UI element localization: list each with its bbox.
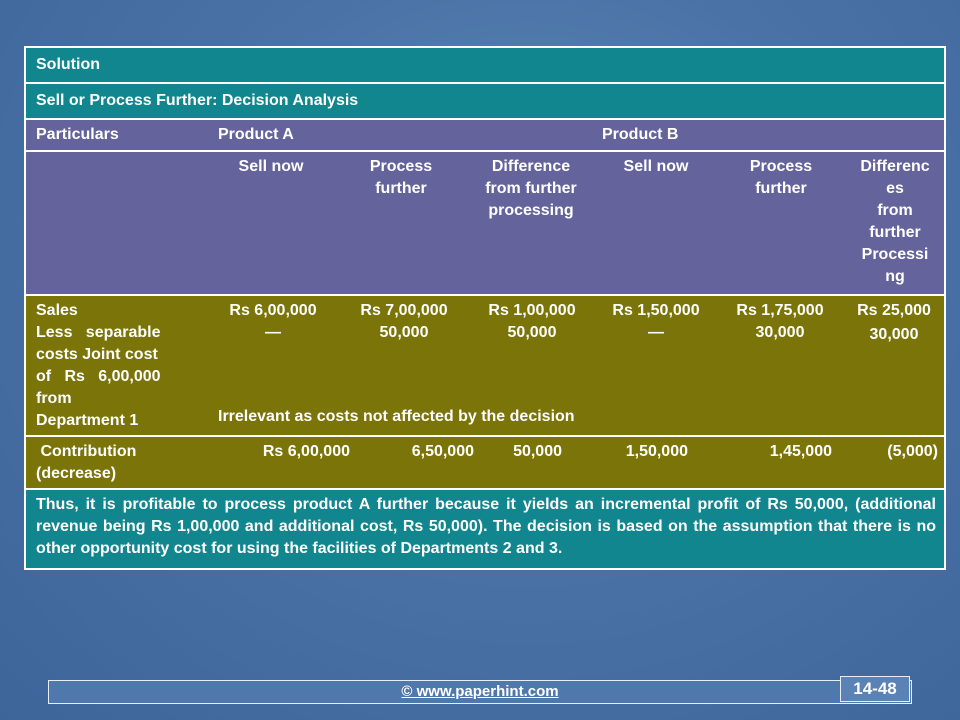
conclusion-row: Thus, it is profitable to process produc… [24,488,946,570]
a-difference-line: Difference [491,158,571,175]
sales-value: Rs 1,00,000 [488,302,576,319]
sales-b-sell-now: Rs 1,50,000 — [596,300,716,344]
particulars-row: Particulars Product A Product B [24,118,946,152]
a-difference-line: processing [488,202,574,219]
separable-cost-value: — [648,324,664,341]
b-process-further-line: Process [749,158,813,175]
a-difference-line: from further [485,180,577,197]
separable-cost-value: 50,000 [507,324,557,341]
contribution-label-line: Contribution [36,443,137,460]
footer-link[interactable]: © www.paperhint.com [49,683,911,700]
contribution-a-difference: 50,000 [513,443,562,460]
sales-a-process-further: Rs 7,00,000 50,000 [344,300,464,344]
sales-label-line: Sales [36,302,78,319]
product-b-header: Product B [602,126,679,143]
contribution-label-line: (decrease) [36,465,117,482]
separable-cost-value: 50,000 [379,324,429,341]
contribution-row: Contribution (decrease) Rs 6,00,000 6,50… [24,435,946,490]
separable-cost-value: 30,000 [869,326,919,343]
sales-b-difference: Rs 25,000 30,000 [844,300,944,346]
contribution-b-difference: (5,000) [887,443,938,460]
solution-heading: Solution [36,56,100,73]
sales-value: Rs 1,75,000 [736,302,824,319]
sales-label-line: Less separable [36,324,161,341]
separable-cost-value: 30,000 [755,324,805,341]
b-difference-line: es [886,180,904,197]
a-sell-now-header: Sell now [238,158,304,175]
conclusion-text: Thus, it is profitable to process produc… [36,496,936,557]
b-difference-line: from [877,202,913,219]
sales-label: Sales Less separable costs Joint cost of… [36,300,186,432]
contribution-b-sell-now: 1,50,000 [625,443,688,460]
sales-value: Rs 6,00,000 [229,302,317,319]
sales-a-difference: Rs 1,00,000 50,000 [472,300,592,344]
table-title-cell: Sell or Process Further: Decision Analys… [24,82,946,120]
footer-bar: © www.paperhint.com [48,680,912,704]
contribution-a-sell-now: Rs 6,00,000 [262,443,350,460]
product-a-header: Product A [218,126,294,143]
sales-label-line: from [36,390,72,407]
b-difference-line: ng [885,268,905,285]
b-difference-line: Differenc [860,158,930,175]
sales-value: Rs 7,00,000 [360,302,448,319]
b-process-further-line: further [755,180,807,197]
sales-a-sell-now: Rs 6,00,000 — [218,300,328,344]
solution-header-cell: Solution [24,46,946,84]
a-process-further-header: Process further [346,156,456,200]
b-difference-line: further [869,224,921,241]
a-process-further-line: further [375,180,427,197]
b-sell-now-header: Sell now [623,158,689,175]
decision-analysis-table: Solution Sell or Process Further: Decisi… [24,46,946,570]
sales-value: Rs 25,000 [857,302,931,319]
sales-label-line: Department 1 [36,412,139,429]
table-title: Sell or Process Further: Decision Analys… [36,92,359,109]
sales-row: Sales Less separable costs Joint cost of… [24,294,946,437]
sales-value: Rs 1,50,000 [612,302,700,319]
contribution-label: Contribution (decrease) [36,441,196,485]
sales-label-line: of Rs 6,00,000 [36,368,161,385]
contribution-a-process-further: 6,50,000 [411,443,474,460]
a-process-further-line: Process [369,158,433,175]
particulars-label: Particulars [36,126,119,143]
a-difference-header: Difference from further processing [466,156,596,222]
separable-cost-value: — [265,324,281,341]
b-process-further-header: Process further [726,156,836,200]
irrelevant-note: Irrelevant as costs not affected by the … [218,408,575,425]
subheader-row: Sell now Process further Difference from… [24,150,946,296]
contribution-b-process-further: 1,45,000 [769,443,832,460]
b-difference-line: Processi [861,246,929,263]
b-difference-header: Differenc es from further Processi ng [848,156,942,288]
sales-b-process-further: Rs 1,75,000 30,000 [720,300,840,344]
page-number: 14-48 [840,676,910,702]
sales-label-line: costs Joint cost [36,346,158,363]
